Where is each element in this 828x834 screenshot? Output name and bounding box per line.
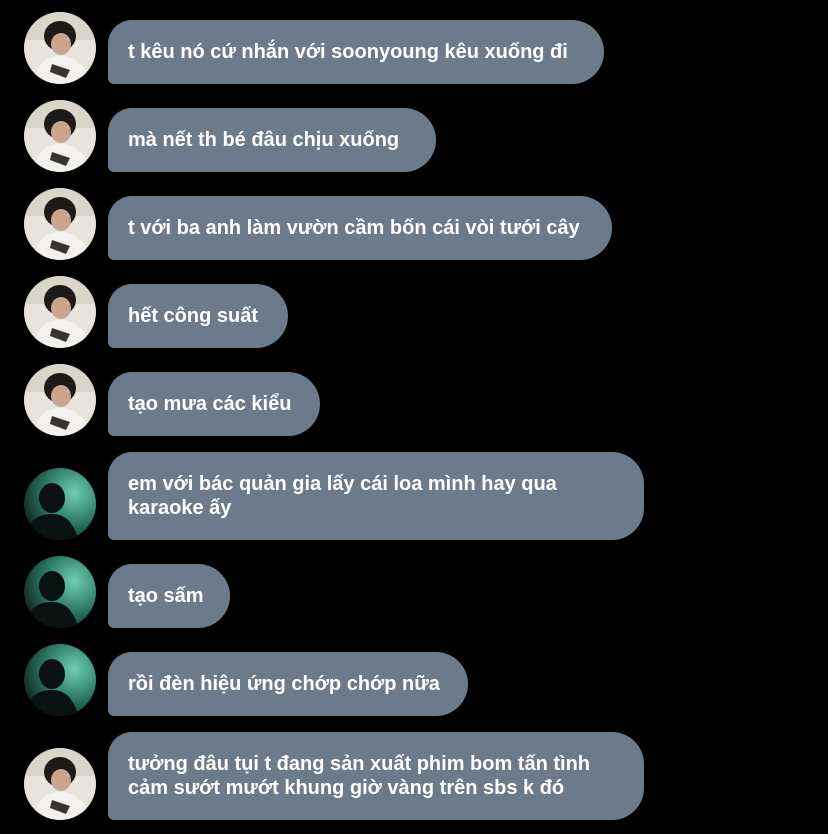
message-bubble[interactable]: t với ba anh làm vườn cầm bốn cái vòi tư… xyxy=(108,196,612,260)
avatar-icon[interactable] xyxy=(24,468,96,540)
message-text: em với bác quản gia lấy cái loa mình hay… xyxy=(128,473,557,519)
message-text: t với ba anh làm vườn cầm bốn cái vòi tư… xyxy=(128,217,580,239)
message-bubble[interactable]: hết công suất xyxy=(108,284,288,348)
message-bubble[interactable]: rồi đèn hiệu ứng chớp chớp nữa xyxy=(108,652,468,716)
message-bubble[interactable]: t kêu nó cứ nhắn với soonyoung kêu xuống… xyxy=(108,20,604,84)
avatar-icon[interactable] xyxy=(24,188,96,260)
avatar-icon[interactable] xyxy=(24,100,96,172)
message-bubble[interactable]: tạo sấm xyxy=(108,564,230,628)
avatar-icon[interactable] xyxy=(24,556,96,628)
message-text: t kêu nó cứ nhắn với soonyoung kêu xuống… xyxy=(128,41,568,63)
message-text: rồi đèn hiệu ứng chớp chớp nữa xyxy=(128,673,440,695)
message-text: tạo mưa các kiểu xyxy=(128,393,292,415)
avatar-icon[interactable] xyxy=(24,364,96,436)
message-bubble[interactable]: tạo mưa các kiểu xyxy=(108,372,320,436)
avatar-icon[interactable] xyxy=(24,276,96,348)
avatar-icon[interactable] xyxy=(24,12,96,84)
message-bubble[interactable]: em với bác quản gia lấy cái loa mình hay… xyxy=(108,452,644,540)
message-text: mà nết th bé đâu chịu xuống xyxy=(128,129,400,151)
message-bubble[interactable]: tưởng đâu tụi t đang sản xuất phim bom t… xyxy=(108,732,644,820)
avatar-icon[interactable] xyxy=(24,644,96,716)
message-text: hết công suất xyxy=(128,305,259,327)
message-text: tạo sấm xyxy=(128,585,204,607)
message-text: tưởng đâu tụi t đang sản xuất phim bom t… xyxy=(128,753,591,799)
avatar-icon[interactable] xyxy=(24,748,96,820)
message-bubble[interactable]: mà nết th bé đâu chịu xuống xyxy=(108,108,436,172)
